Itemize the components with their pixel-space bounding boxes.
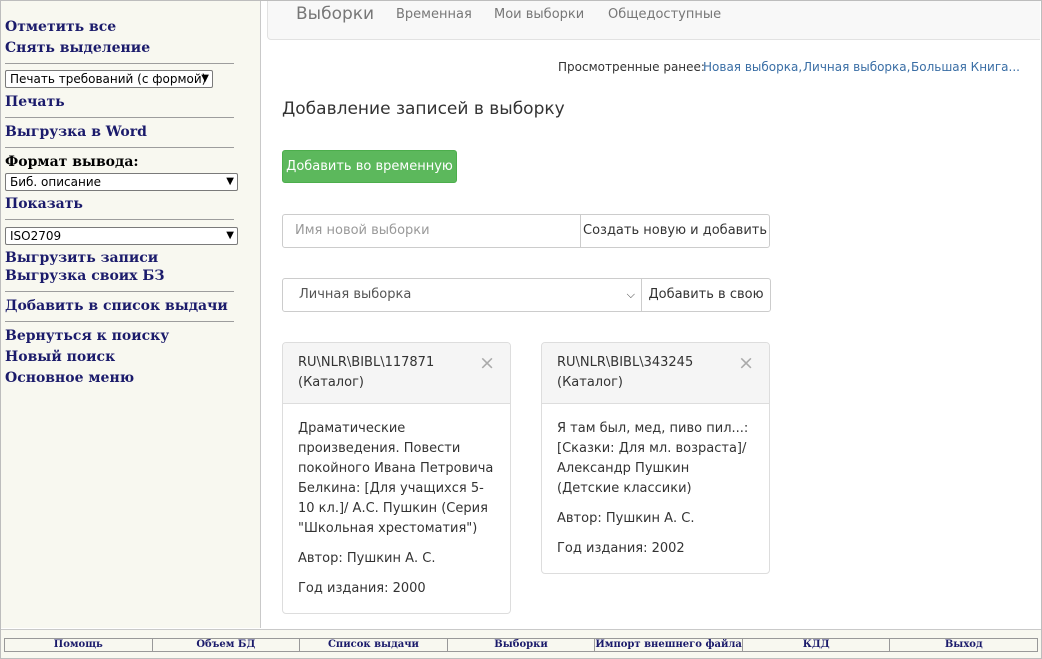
bottom-menu: Помощь Объем БД Список выдачи Выборки Им…: [4, 638, 1038, 652]
close-icon[interactable]: ×: [479, 353, 495, 373]
footer-import-file-link[interactable]: Импорт внешнего файла: [595, 639, 743, 651]
add-to-own-button[interactable]: Добавить в свою: [641, 278, 771, 312]
record-card: RU\NLR\BIBL\343245 (Каталог) × Я там был…: [541, 342, 770, 574]
footer-issue-list-link[interactable]: Список выдачи: [300, 639, 448, 651]
mark-all-link[interactable]: Отметить все: [5, 19, 116, 35]
export-word-link[interactable]: Выгрузка в Word: [5, 124, 147, 140]
chevron-down-icon: ⌵: [626, 288, 635, 301]
tab-temporary[interactable]: Временная: [396, 7, 472, 22]
record-author: Автор: Пушкин А. С.: [298, 551, 436, 566]
record-year: Год издания: 2002: [557, 541, 685, 556]
chevron-down-icon: ▼: [226, 176, 234, 187]
divider: [5, 63, 234, 64]
export-own-db-link[interactable]: Выгрузка своих БЗ: [5, 268, 164, 284]
record-card-header: RU\NLR\BIBL\343245 (Каталог) ×: [542, 343, 769, 404]
recently-viewed-label: Просмотренные ранее:: [558, 60, 705, 74]
record-id: RU\NLR\BIBL\343245 (Каталог): [557, 355, 694, 390]
divider: [5, 321, 234, 322]
footer-help-link[interactable]: Помощь: [5, 639, 153, 651]
export-format-select[interactable]: ISO2709 ▼: [5, 227, 238, 245]
unmark-link[interactable]: Снять выделение: [5, 40, 150, 56]
tab-public[interactable]: Общедоступные: [608, 7, 721, 22]
print-format-select-value: Печать требований (с формой): [10, 72, 207, 86]
add-to-issue-list-link[interactable]: Добавить в список выдачи: [5, 298, 228, 314]
footer-exit-link[interactable]: Выход: [890, 639, 1037, 651]
print-link[interactable]: Печать: [5, 94, 65, 110]
record-author: Автор: Пушкин А. С.: [557, 511, 695, 526]
back-to-search-link[interactable]: Вернуться к поиску: [5, 328, 169, 344]
footer-selections-link[interactable]: Выборки: [448, 639, 596, 651]
new-selection-name-input[interactable]: Имя новой выборки: [282, 214, 581, 248]
output-format-select[interactable]: Биб. описание ▼: [5, 173, 238, 191]
footer-db-size-link[interactable]: Объем БД: [153, 639, 301, 651]
navbar-brand[interactable]: Выборки: [296, 4, 374, 24]
show-link[interactable]: Показать: [5, 196, 83, 212]
add-to-temporary-button[interactable]: Добавить во временную: [282, 150, 457, 183]
left-panel: Отметить все Снять выделение Печать треб…: [1, 1, 261, 628]
record-id: RU\NLR\BIBL\117871 (Каталог): [298, 355, 435, 390]
selection-select[interactable]: Личная выборка ⌵: [282, 278, 642, 312]
footer-kdd-link[interactable]: КДД: [743, 639, 891, 651]
chevron-down-icon: ▼: [226, 230, 234, 241]
recent-link-new-selection[interactable]: Новая выборка,: [703, 60, 802, 74]
record-card-body: Драматические произведения. Повести поко…: [283, 404, 510, 613]
export-records-link[interactable]: Выгрузить записи: [5, 250, 158, 266]
record-card-body: Я там был, мед, пиво пил...: [Сказки: Дл…: [542, 404, 769, 573]
tab-my-selections[interactable]: Мои выборки: [494, 7, 584, 22]
close-icon[interactable]: ×: [738, 353, 754, 373]
new-search-link[interactable]: Новый поиск: [5, 349, 115, 365]
page-title: Добавление записей в выборку: [282, 99, 565, 119]
divider: [5, 117, 234, 118]
recent-link-big-book[interactable]: Большая Книга...: [911, 60, 1020, 74]
record-card: RU\NLR\BIBL\117871 (Каталог) × Драматиче…: [282, 342, 511, 614]
selection-select-value: Личная выборка: [299, 287, 412, 302]
output-format-label: Формат вывода:: [5, 154, 139, 170]
record-title: Драматические произведения. Повести поко…: [298, 421, 494, 536]
divider: [5, 219, 234, 220]
export-format-select-value: ISO2709: [10, 229, 62, 243]
record-title: Я там был, мед, пиво пил...: [Сказки: Дл…: [557, 421, 749, 496]
record-card-header: RU\NLR\BIBL\117871 (Каталог) ×: [283, 343, 510, 404]
divider: [5, 291, 234, 292]
recent-link-personal-selection[interactable]: Личная выборка,: [803, 60, 910, 74]
chevron-down-icon: ▼: [201, 73, 209, 84]
main-content: Выборки Временная Мои выборки Общедоступ…: [261, 1, 1040, 628]
record-year: Год издания: 2000: [298, 581, 426, 596]
bottom-menu-bar: Помощь Объем БД Список выдачи Выборки Им…: [1, 629, 1041, 658]
top-navbar: Выборки Временная Мои выборки Общедоступ…: [267, 1, 1040, 40]
divider: [5, 147, 234, 148]
create-and-add-button[interactable]: Создать новую и добавить: [580, 214, 770, 248]
main-menu-link[interactable]: Основное меню: [5, 370, 134, 386]
print-format-select[interactable]: Печать требований (с формой) ▼: [5, 70, 213, 88]
output-format-select-value: Биб. описание: [10, 175, 102, 189]
